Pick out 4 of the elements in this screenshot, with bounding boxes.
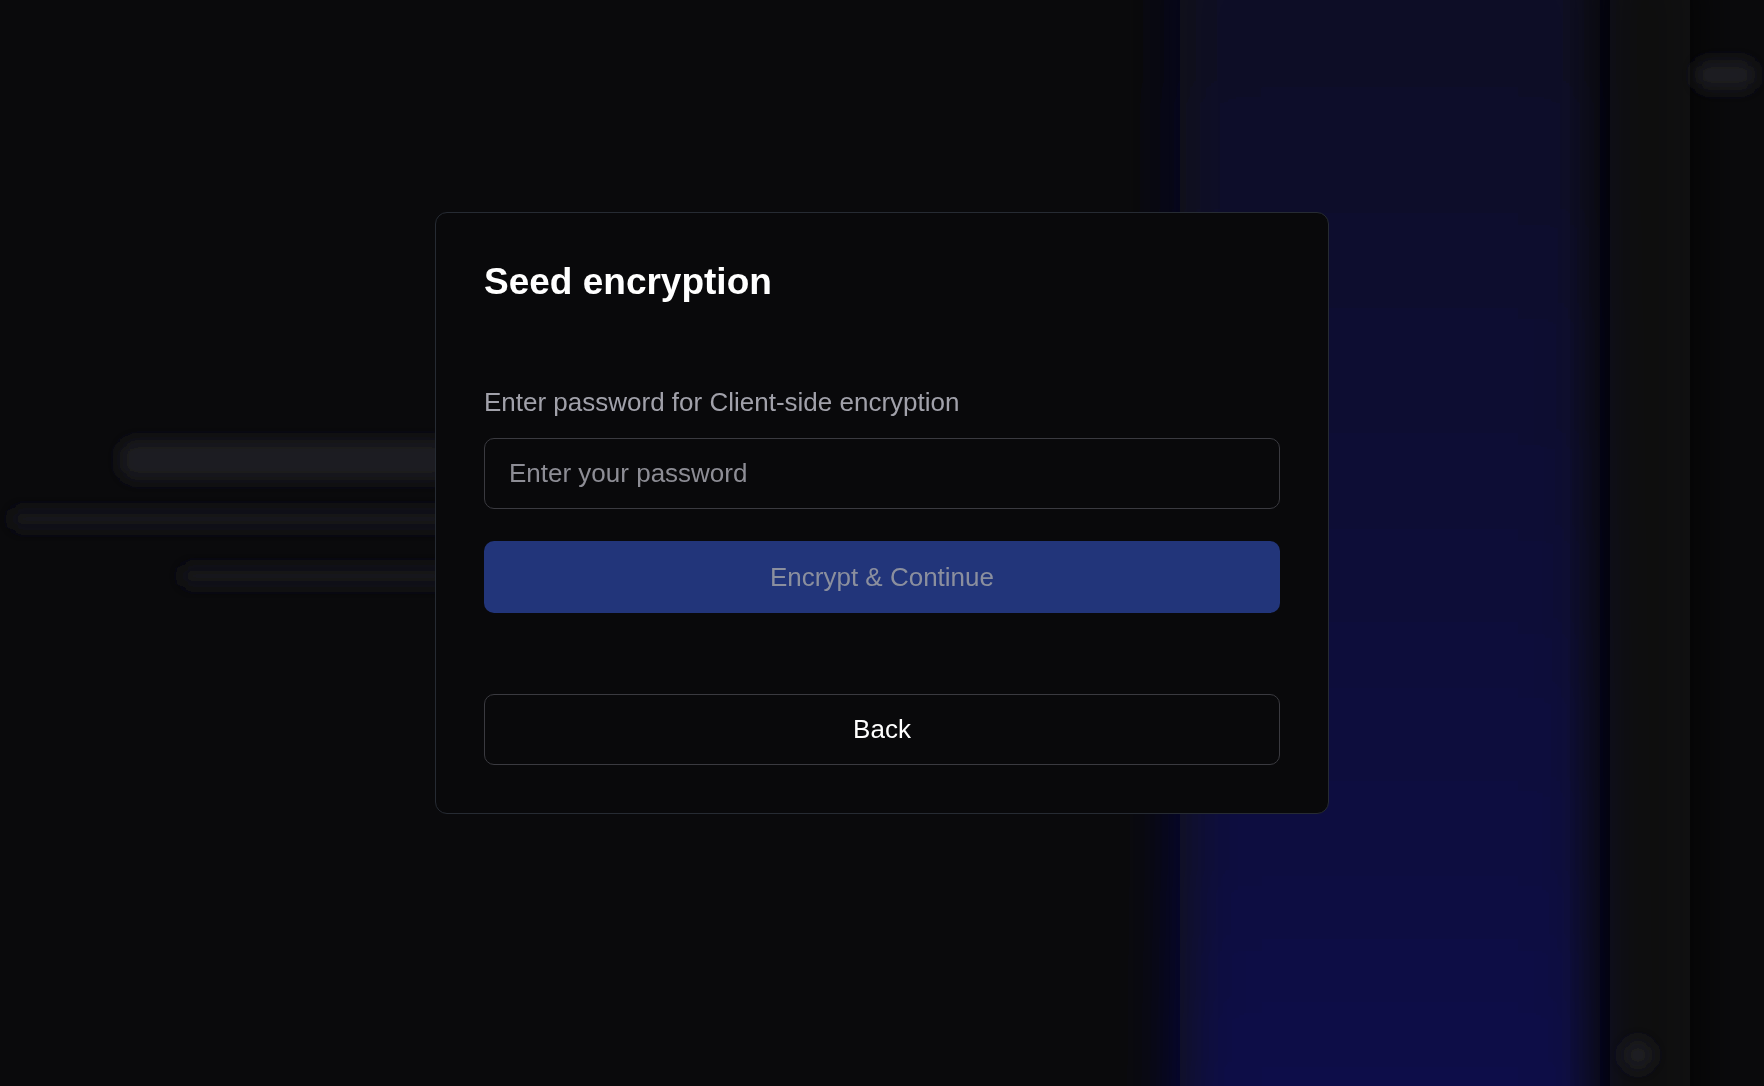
back-button[interactable]: Back	[484, 694, 1280, 765]
password-field[interactable]: Enter your password	[484, 438, 1280, 509]
dialog-title: Seed encryption	[484, 261, 773, 303]
password-label: Enter password for Client-side encryption	[484, 387, 961, 418]
